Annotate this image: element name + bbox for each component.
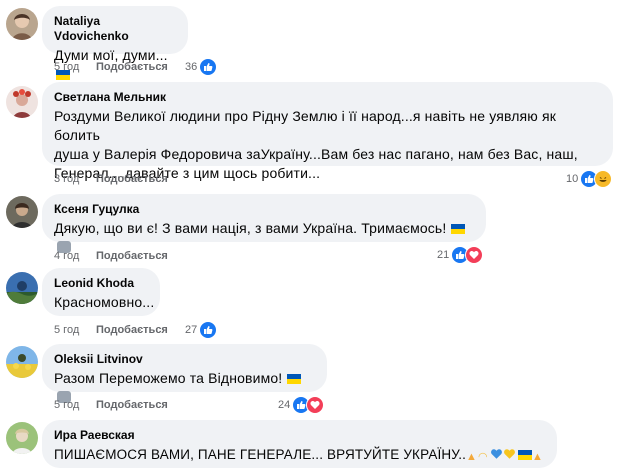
comment-bubble: Светлана Мельник Роздуми Великої людини … [42,82,613,181]
blue-heart-icon [491,449,502,459]
comment-text: ПИШАЄМОСЯ ВАМИ, ПАНЕ ГЕНЕРАЛЕ... ВРЯТУЙТ… [54,447,544,463]
praying-hands-icon: ▲ [466,451,478,463]
reaction-count: 36 [185,61,198,73]
comment-time[interactable]: 4 год [54,249,96,263]
comment-author[interactable]: Светлана Мельник [54,90,601,105]
comment-bubble: Nataliya Vdovichenko Думи мої, думи... [42,6,188,80]
comment-text: Красномовно... [54,294,155,310]
comment-meta: 3 год Подобається [54,172,168,186]
ukraine-flag-icon [518,450,533,460]
comment-bubble: Ира Раевская ПИШАЄМОСЯ ВАМИ, ПАНЕ ГЕНЕРА… [42,420,557,468]
reactions[interactable]: 21 [437,246,484,264]
avatar[interactable] [6,272,38,304]
comment-meta: 4 год Подобається [54,249,168,263]
comment-time[interactable]: 5 год [54,398,96,412]
comment-time[interactable]: 5 год [54,323,96,337]
comment-meta: 5 год Подобається [54,398,168,412]
reaction-count: 27 [185,324,198,336]
comment-meta: 5 год Подобається [54,323,168,337]
love-reaction-icon [306,396,325,414]
comment-author[interactable]: Oleksii Litvinov [54,352,315,367]
comment-author[interactable]: Leonid Khoda [54,276,148,291]
avatar[interactable] [6,86,38,118]
reactions[interactable]: 24 [278,396,325,414]
comment-bubble: Ксеня Гуцулка Дякую, що ви є! З вами нац… [42,194,486,253]
like-button[interactable]: Подобається [96,398,168,412]
haha-reaction-icon [594,170,613,188]
ukraine-flag-icon [287,374,302,384]
praying-hands-icon: ▲ [532,451,544,463]
reaction-count: 21 [437,249,450,261]
like-button[interactable]: Подобається [96,60,168,74]
comment-time[interactable]: 5 год [54,60,96,74]
reactions[interactable]: 27 [185,321,218,339]
love-reaction-icon [465,246,484,264]
like-reaction-icon [199,321,218,339]
comment-meta: 5 год Подобається [54,60,168,74]
reactions[interactable]: 36 [185,58,218,76]
reactions[interactable]: 10 [566,170,613,188]
avatar[interactable] [6,196,38,228]
yellow-heart-icon [504,449,515,459]
comment-time[interactable]: 3 год [54,172,96,186]
ukraine-flag-icon [451,224,466,234]
comment-author[interactable]: Ира Раевская [54,428,545,443]
comment-author[interactable]: Ксеня Гуцулка [54,202,474,217]
comment-bubble: Oleksii Litvinov Разом Переможемо та Від… [42,344,327,403]
avatar[interactable] [6,422,38,454]
reaction-count: 24 [278,399,291,411]
like-reaction-icon [199,58,218,76]
avatar[interactable] [6,346,38,378]
avatar[interactable] [6,8,38,40]
comment-author[interactable]: Nataliya Vdovichenko [54,14,176,44]
comment-bubble: Leonid Khoda Красномовно... [42,268,160,316]
heart-hands-icon: ◠ [478,451,488,463]
reaction-count: 10 [566,173,579,185]
like-button[interactable]: Подобається [96,249,168,263]
like-button[interactable]: Подобається [96,323,168,337]
like-button[interactable]: Подобається [96,172,168,186]
